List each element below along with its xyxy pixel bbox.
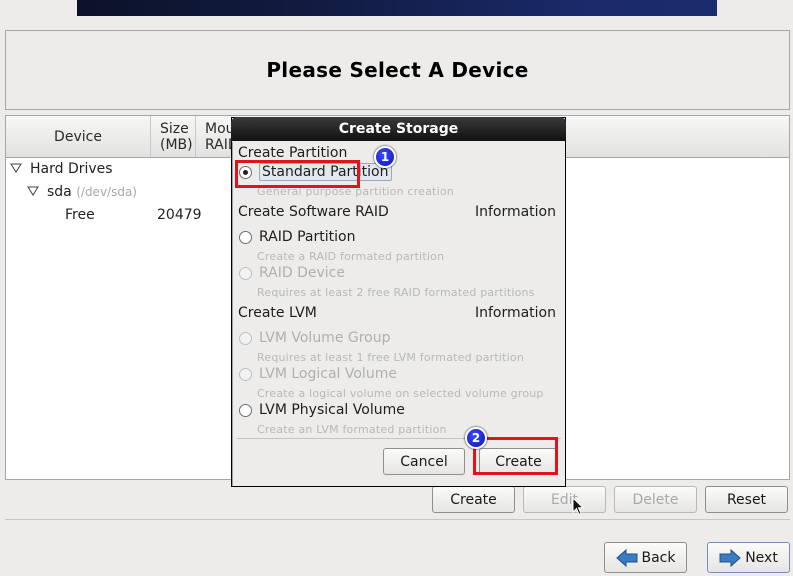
option-hint: Requires at least 2 free RAID formated p… [257, 286, 535, 299]
option-label: LVM Volume Group [259, 330, 391, 346]
section-create-partition: Create Partition [238, 145, 348, 161]
row-label: Hard Drives [30, 161, 113, 177]
option-hint: Create an LVM formated partition [257, 423, 447, 436]
mouse-cursor-icon [572, 497, 584, 516]
back-label: Back [641, 549, 676, 566]
option-hint: Create a RAID formated partition [257, 250, 445, 263]
option-hint: Create a logical volume on selected volu… [257, 387, 544, 400]
step-badge-1: 1 [374, 146, 396, 168]
arrow-left-icon [615, 548, 637, 567]
option-lvm-physical-volume[interactable]: LVM Physical Volume [239, 402, 405, 418]
section-software-raid: Create Software RAID [238, 204, 389, 220]
divider [5, 519, 790, 520]
edit-button[interactable]: Edit [523, 486, 606, 513]
next-label: Next [745, 549, 778, 566]
column-header-size[interactable]: Size (MB) [151, 116, 196, 157]
step-badge-2: 2 [465, 427, 487, 449]
radio-icon[interactable] [239, 266, 252, 280]
header-banner [77, 0, 717, 16]
row-device-path: (/dev/sda) [76, 185, 137, 199]
page-title-box: Please Select A Device [5, 30, 790, 110]
option-lvm-volume-group[interactable]: LVM Volume Group [239, 330, 391, 346]
expander-down-icon[interactable] [10, 163, 22, 173]
section-create-lvm: Create LVM [238, 305, 317, 321]
size-header-line1: Size [160, 120, 189, 137]
tree-row-free[interactable]: Free [65, 204, 95, 226]
lvm-information-label: Information [474, 305, 556, 321]
option-label: RAID Device [259, 265, 345, 281]
radio-icon[interactable] [239, 367, 252, 381]
highlight-box-step1 [235, 160, 360, 188]
dialog-title: Create Storage [231, 117, 566, 141]
reset-button[interactable]: Reset [705, 486, 788, 513]
column-header-device[interactable]: Device [6, 116, 151, 157]
delete-button[interactable]: Delete [614, 486, 697, 513]
option-raid-partition[interactable]: RAID Partition [239, 229, 355, 245]
tree-row-hard-drives[interactable]: Hard Drives [10, 158, 113, 180]
next-button[interactable]: Next [707, 542, 790, 573]
dialog-body: Create Partition Standard Partition Gene… [232, 142, 565, 486]
back-button[interactable]: Back [604, 542, 687, 573]
option-label: RAID Partition [259, 229, 356, 245]
dialog-cancel-button[interactable]: Cancel [383, 448, 465, 475]
radio-icon[interactable] [239, 403, 252, 417]
radio-icon[interactable] [239, 331, 252, 345]
option-label: LVM Logical Volume [259, 366, 397, 382]
raid-information-label: Information [474, 204, 556, 220]
page-title: Please Select A Device [266, 58, 529, 82]
arrow-right-icon [719, 548, 741, 567]
tree-cell-size: 20479 [157, 207, 202, 223]
option-hint: Requires at least 1 free LVM formated pa… [257, 351, 525, 364]
tree-row-sda[interactable]: sda (/dev/sda) [27, 181, 137, 203]
create-button[interactable]: Create [432, 486, 515, 513]
row-label: Free [65, 207, 95, 223]
option-label: LVM Physical Volume [259, 402, 405, 418]
row-label: sda [47, 184, 72, 200]
radio-icon[interactable] [239, 230, 252, 244]
expander-down-icon[interactable] [27, 186, 39, 196]
option-raid-device[interactable]: RAID Device [239, 265, 345, 281]
size-header-line2: (MB) [160, 136, 193, 153]
option-lvm-logical-volume[interactable]: LVM Logical Volume [239, 366, 397, 382]
